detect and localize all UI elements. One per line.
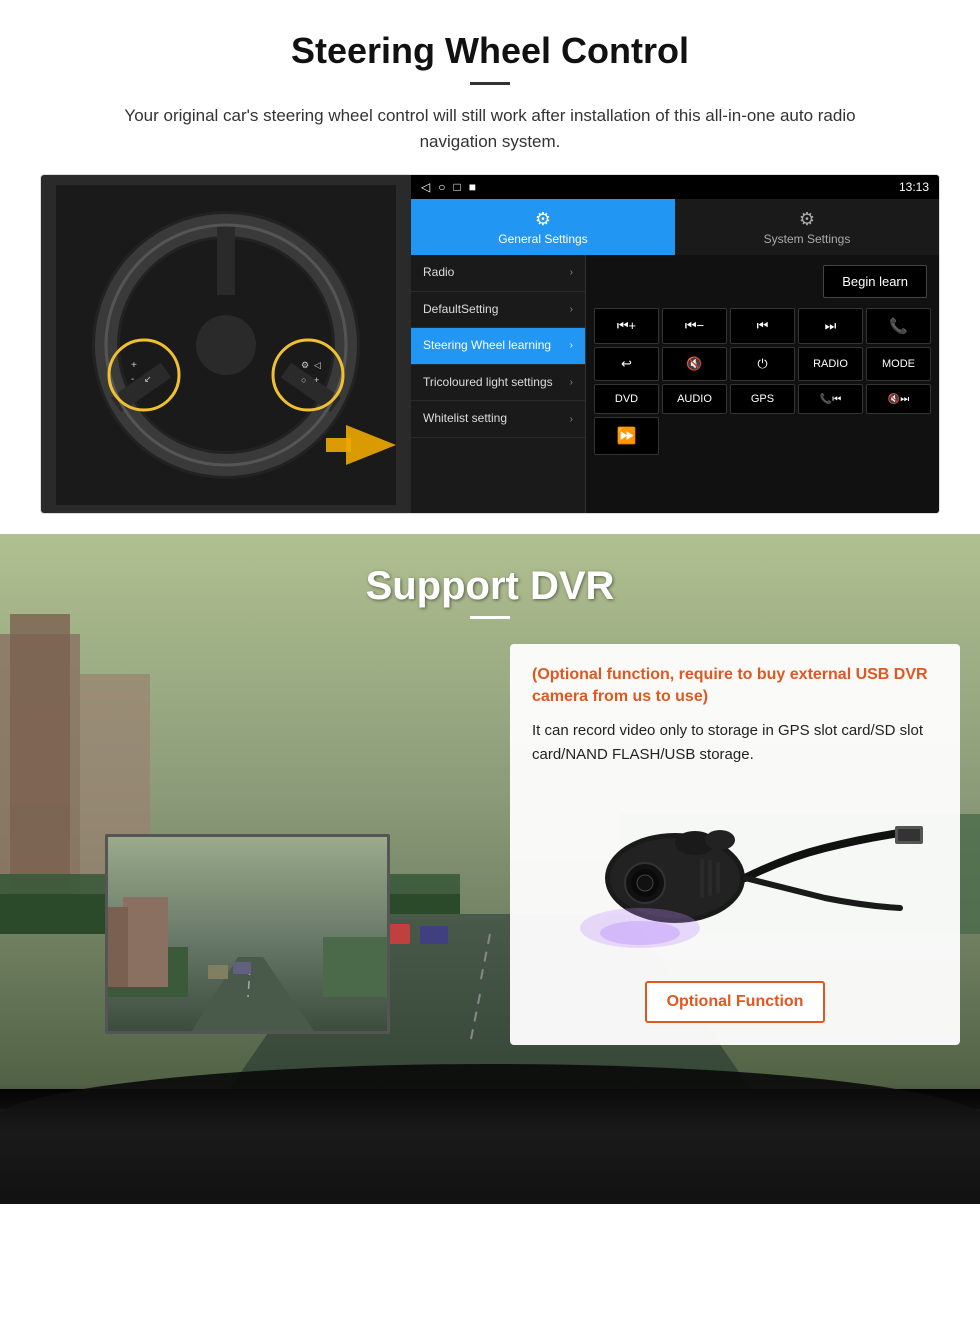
nav-icons: ◁ ○ □ ■: [421, 180, 476, 194]
menu-item-default[interactable]: DefaultSetting ›: [411, 292, 585, 329]
svg-text:○: ○: [301, 375, 306, 385]
mute-btn[interactable]: 🔇: [662, 347, 727, 381]
dvr-camera-illustration: [532, 783, 938, 963]
title-divider: [470, 82, 510, 85]
svg-text:⚙: ⚙: [301, 360, 309, 370]
dvr-title: Support DVR: [0, 564, 980, 609]
power-btn[interactable]: ⏻: [730, 347, 795, 381]
menu-steering-label: Steering Wheel learning: [423, 338, 551, 354]
svg-text:◁: ◁: [314, 360, 321, 370]
chevron-icon: ›: [570, 413, 573, 426]
svg-text:-: -: [131, 374, 134, 385]
camera-svg: [545, 788, 925, 958]
phone-btn[interactable]: 📞: [866, 308, 931, 344]
gps-btn[interactable]: GPS: [730, 384, 795, 414]
settings-tabs: ⚙ General Settings ⚙ System Settings: [411, 199, 939, 255]
dvr-desc-text: It can record video only to storage in G…: [532, 719, 938, 767]
mode-btn[interactable]: MODE: [866, 347, 931, 381]
extra-btn[interactable]: ⏩: [594, 417, 659, 455]
dvr-info-box: (Optional function, require to buy exter…: [510, 644, 960, 1045]
steering-wheel-image: + - ↙ ⚙ ◁ ○ +: [56, 185, 396, 505]
menu-buttons-area: Radio › DefaultSetting › Steering Wheel …: [411, 255, 939, 513]
dvr-thumbnail: [108, 837, 390, 1034]
mute-next-btn[interactable]: 🔇⏭: [866, 384, 931, 414]
menu-icon[interactable]: ■: [469, 180, 476, 194]
dashboard-strip: [0, 1084, 980, 1204]
page-title: Steering Wheel Control: [40, 30, 940, 72]
begin-learn-button[interactable]: Begin learn: [823, 265, 927, 298]
vol-down-btn[interactable]: ⏮−: [662, 308, 727, 344]
chevron-icon: ›: [570, 303, 573, 316]
tab-system[interactable]: ⚙ System Settings: [675, 199, 939, 255]
optional-function-button[interactable]: Optional Function: [645, 981, 825, 1023]
menu-item-whitelist[interactable]: Whitelist setting ›: [411, 401, 585, 438]
radio-btn[interactable]: RADIO: [798, 347, 863, 381]
svg-text:+: +: [314, 375, 319, 385]
dvr-section: Support DVR: [0, 534, 980, 1204]
menu-default-label: DefaultSetting: [423, 302, 498, 318]
gear-icon: ⚙: [535, 209, 551, 230]
steering-photo: + - ↙ ⚙ ◁ ○ +: [41, 175, 411, 514]
chevron-icon: ›: [570, 339, 573, 352]
menu-item-light[interactable]: Tricoloured light settings ›: [411, 365, 585, 402]
vol-up-btn[interactable]: ⏮+: [594, 308, 659, 344]
home-icon[interactable]: ○: [438, 180, 445, 194]
menu-radio-label: Radio: [423, 265, 454, 281]
menu-item-radio[interactable]: Radio ›: [411, 255, 585, 292]
menu-whitelist-label: Whitelist setting: [423, 411, 507, 427]
back-call-btn[interactable]: ↩: [594, 347, 659, 381]
control-buttons-panel: Begin learn ⏮+ ⏮− ⏮ ⏭ 📞 ↩ 🔇 ⏻ RADIO MODE…: [586, 255, 939, 513]
system-icon: ⚙: [799, 209, 815, 230]
recents-icon[interactable]: □: [453, 180, 460, 194]
tab-general[interactable]: ⚙ General Settings: [411, 199, 675, 255]
android-ui-panel: ◁ ○ □ ■ 13:13 ⚙ General Settings ⚙ Syste…: [411, 175, 939, 513]
svg-text:↙: ↙: [144, 374, 152, 384]
dvr-small-screen: [105, 834, 390, 1034]
prev-btn[interactable]: ⏮: [730, 308, 795, 344]
phone-prev-btn[interactable]: 📞⏮: [798, 384, 863, 414]
steering-ui-container: + - ↙ ⚙ ◁ ○ + ◁ ○ □ ■: [40, 174, 940, 514]
chevron-icon: ›: [570, 376, 573, 389]
settings-menu: Radio › DefaultSetting › Steering Wheel …: [411, 255, 586, 513]
control-button-grid: ⏮+ ⏮− ⏮ ⏭ 📞 ↩ 🔇 ⏻ RADIO MODE DVD AUDIO G…: [590, 304, 935, 459]
menu-light-label: Tricoloured light settings: [423, 375, 553, 391]
status-bar: ◁ ○ □ ■ 13:13: [411, 175, 939, 199]
back-icon[interactable]: ◁: [421, 180, 430, 194]
dvr-title-divider: [470, 616, 510, 619]
section-subtitle: Your original car's steering wheel contr…: [90, 103, 890, 154]
tab-system-label: System Settings: [764, 232, 851, 246]
tab-general-label: General Settings: [498, 232, 587, 246]
steering-section: Steering Wheel Control Your original car…: [0, 0, 980, 534]
chevron-icon: ›: [570, 266, 573, 279]
svg-text:+: +: [131, 360, 137, 371]
next-btn[interactable]: ⏭: [798, 308, 863, 344]
begin-learn-row: Begin learn: [590, 259, 935, 304]
menu-item-steering[interactable]: Steering Wheel learning ›: [411, 328, 585, 365]
audio-btn[interactable]: AUDIO: [662, 384, 727, 414]
dvd-btn[interactable]: DVD: [594, 384, 659, 414]
status-time: 13:13: [899, 180, 929, 194]
dvr-optional-text: (Optional function, require to buy exter…: [532, 664, 938, 709]
